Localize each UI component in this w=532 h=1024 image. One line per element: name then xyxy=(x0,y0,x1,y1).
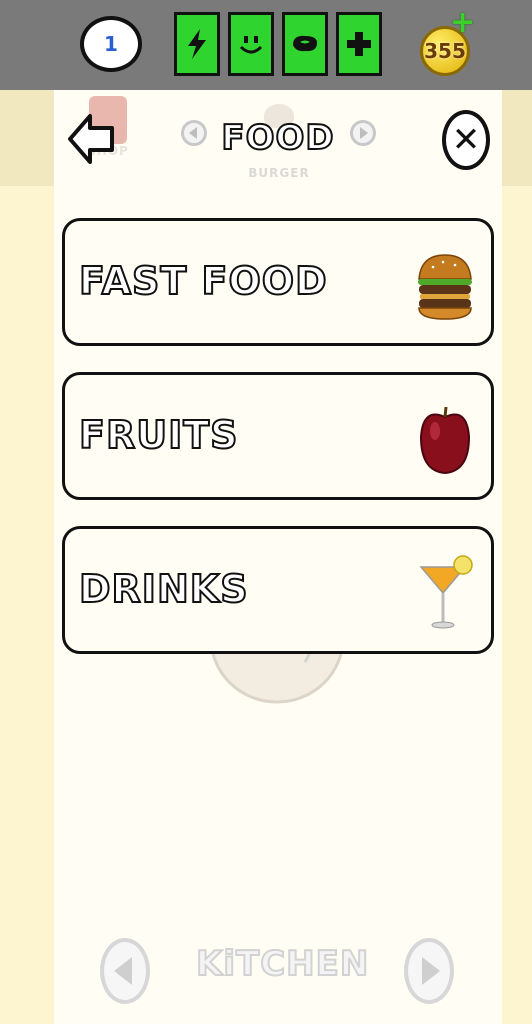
next-room-button[interactable] xyxy=(404,938,454,1004)
chevron-right-icon xyxy=(360,127,368,139)
background-left xyxy=(0,90,54,1024)
health-stat[interactable] xyxy=(336,12,382,76)
close-icon: ✕ xyxy=(451,120,481,160)
background-right-top xyxy=(502,90,532,186)
smiley-icon xyxy=(239,36,263,54)
back-arrow-icon[interactable] xyxy=(66,108,116,170)
prev-category-button[interactable] xyxy=(181,120,207,146)
coins-counter[interactable]: 355 + xyxy=(418,8,475,78)
steak-icon xyxy=(293,35,318,52)
category-label: DRINKS xyxy=(78,566,249,612)
hunger-stat[interactable] xyxy=(282,12,328,76)
chevron-right-icon xyxy=(422,957,440,985)
energy-stat[interactable] xyxy=(174,12,220,76)
close-button[interactable]: ✕ xyxy=(442,110,490,170)
burger-label: BURGER xyxy=(248,166,310,180)
apple-icon xyxy=(419,406,471,475)
burger-icon xyxy=(418,254,472,320)
level-value: 1 xyxy=(104,32,118,56)
fun-stat[interactable] xyxy=(228,12,274,76)
background-right xyxy=(502,90,532,1024)
page-title: FOOD xyxy=(220,117,335,159)
coins-value: 355 xyxy=(424,39,466,63)
plus-icon xyxy=(347,32,371,56)
background-left-top xyxy=(0,90,54,186)
chevron-left-icon xyxy=(114,957,132,985)
cocktail-icon xyxy=(419,555,473,629)
chevron-left-icon xyxy=(189,127,197,139)
category-label: FAST FOOD xyxy=(78,258,328,304)
status-bar: 1 355 + xyxy=(0,0,532,90)
lightning-icon xyxy=(188,29,206,59)
category-fruits-button[interactable]: FRUITS xyxy=(62,372,494,500)
category-label: FRUITS xyxy=(78,412,239,458)
room-label: KiTCHEN xyxy=(195,943,370,985)
category-fast-food-button[interactable]: FAST FOOD xyxy=(62,218,494,346)
level-badge[interactable]: 1 xyxy=(80,16,142,72)
prev-room-button[interactable] xyxy=(100,938,150,1004)
next-category-button[interactable] xyxy=(350,120,376,146)
category-drinks-button[interactable]: DRINKS xyxy=(62,526,494,654)
add-coins-icon[interactable]: + xyxy=(450,8,475,38)
